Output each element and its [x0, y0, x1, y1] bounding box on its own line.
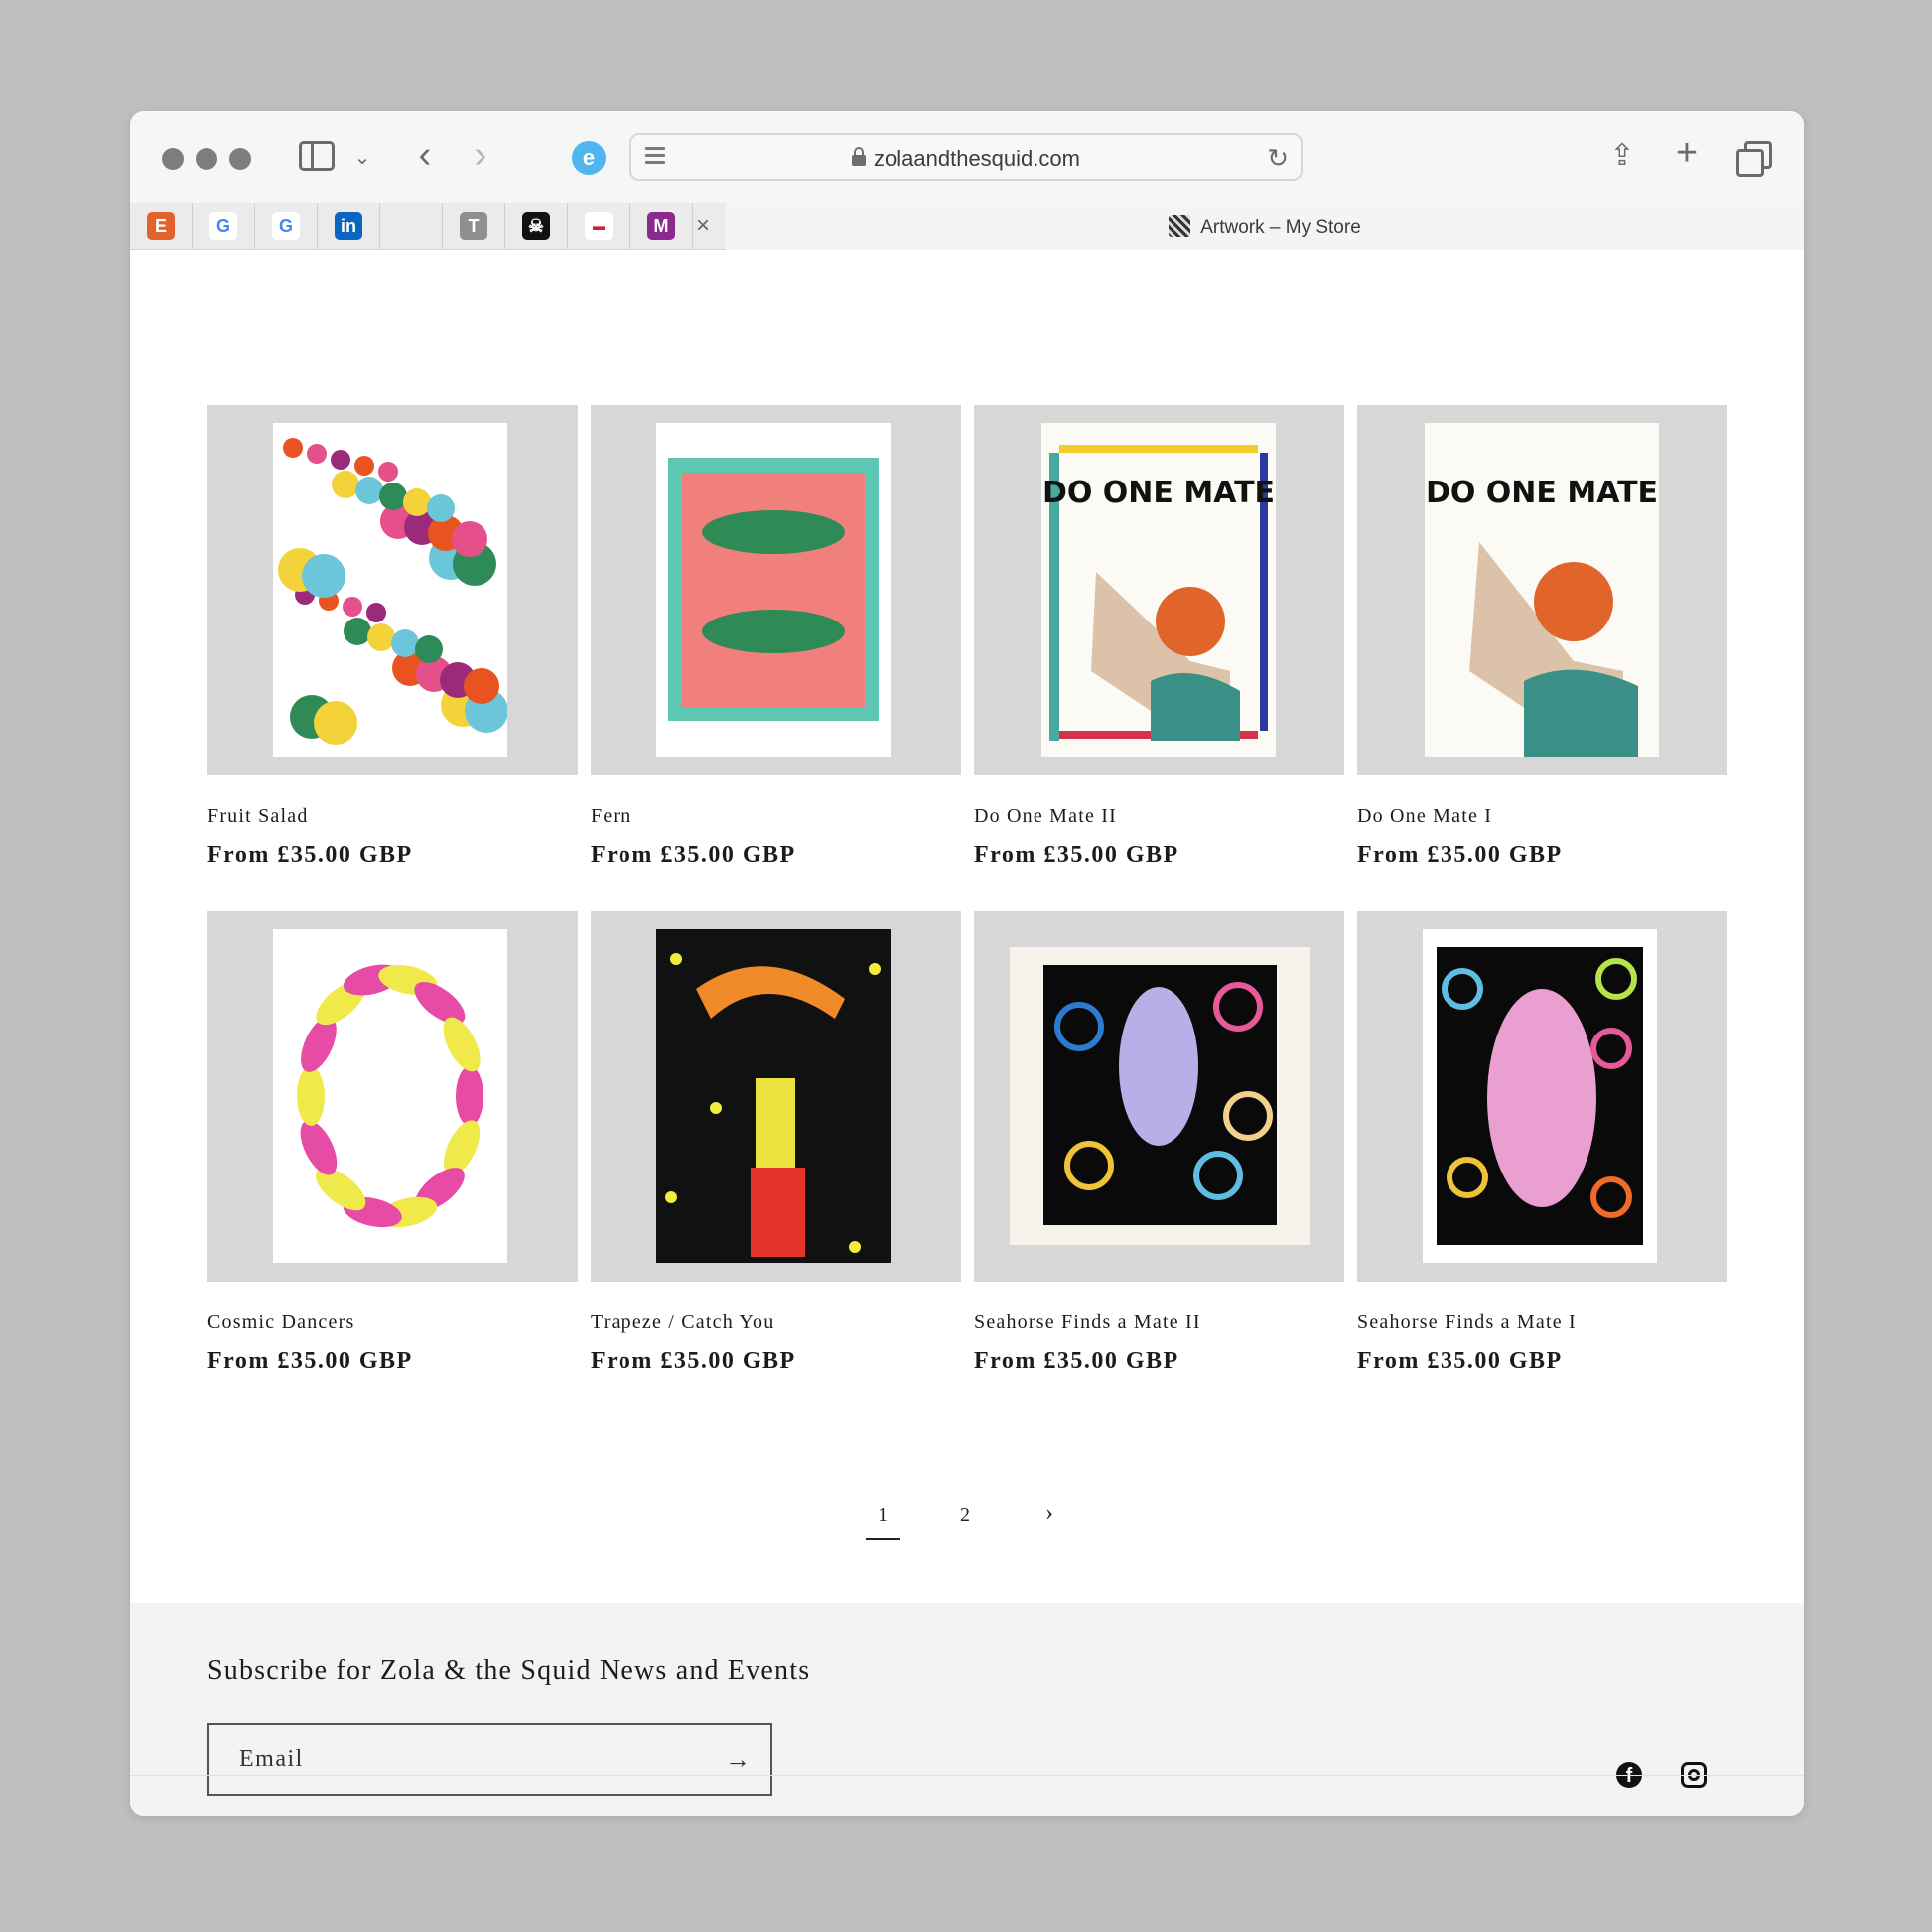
pinned-tab[interactable]: G — [193, 203, 255, 250]
next-page-icon[interactable]: › — [1045, 1500, 1054, 1527]
product-image[interactable]: DO ONE MATE — [1357, 405, 1727, 775]
product-price: From £35.00 GBP — [591, 842, 796, 868]
pinned-tab[interactable]: E — [130, 203, 193, 250]
seahorse-ii-artwork — [1010, 947, 1310, 1245]
extension-icon[interactable]: e — [572, 141, 606, 175]
fruit-salad-artwork — [273, 423, 507, 757]
back-button[interactable]: ‹ — [410, 134, 440, 176]
product-price: From £35.00 GBP — [974, 842, 1179, 868]
fern-artwork — [656, 423, 891, 757]
google-icon: G — [272, 212, 300, 240]
lock-icon — [852, 147, 867, 166]
apple-icon — [397, 212, 425, 240]
page-content: Fruit Salad From £35.00 GBP Fern From £35.0… — [130, 251, 1804, 1816]
product-card[interactable]: DO ONE MATE Do One Mate I From £35.00 GBP — [1357, 405, 1727, 869]
do-one-mate-ii-artwork: DO ONE MATE — [1041, 423, 1276, 757]
pagination: 1 2 › — [130, 1500, 1804, 1544]
product-card[interactable]: Seahorse Finds a Mate I From £35.00 GBP — [1357, 911, 1727, 1375]
zoom-window-button[interactable] — [229, 148, 251, 170]
close-tab-icon[interactable]: × — [696, 212, 710, 240]
do-one-mate-i-artwork: DO ONE MATE — [1425, 423, 1659, 757]
email-input[interactable] — [239, 1742, 696, 1776]
tab-bar: E G Gin T ☠ ▬ M × Artwork – My Store — [130, 203, 1804, 250]
product-image[interactable] — [591, 911, 961, 1282]
etsy-icon: E — [147, 212, 175, 240]
active-tab-title: Artwork – My Store — [1200, 217, 1361, 238]
submit-arrow-icon[interactable]: → — [725, 1744, 751, 1775]
pinned-tab[interactable]: G — [255, 203, 318, 250]
product-title[interactable]: Fruit Salad — [207, 805, 578, 828]
product-image[interactable] — [207, 405, 578, 775]
product-price: From £35.00 GBP — [207, 1348, 413, 1374]
new-tab-button[interactable]: + — [1669, 132, 1705, 174]
page-2-link[interactable]: 2 — [960, 1504, 971, 1527]
royal-mail-icon: ▬ — [585, 212, 613, 240]
browser-window: ⌄ ‹ › e zolaandthesquid.com ↻ ⇪ + E G Gin T… — [130, 111, 1804, 1816]
product-price: From £35.00 GBP — [1357, 1348, 1563, 1374]
product-price: From £35.00 GBP — [591, 1348, 796, 1374]
pirate-flag-icon: ☠ — [522, 212, 550, 240]
google-icon: G — [209, 212, 237, 240]
store-favicon-icon — [1169, 215, 1191, 237]
share-icon[interactable]: ⇪ — [1606, 135, 1638, 175]
artwork-caption: DO ONE MATE — [1042, 476, 1275, 510]
browser-toolbar: ⌄ ‹ › e zolaandthesquid.com ↻ ⇪ + — [130, 111, 1804, 203]
minimize-window-button[interactable] — [196, 148, 217, 170]
product-card[interactable]: Fruit Salad From £35.00 GBP — [207, 405, 578, 869]
purple-app-icon: M — [647, 212, 675, 240]
product-image[interactable] — [591, 405, 961, 775]
product-title[interactable]: Fern — [591, 805, 961, 828]
email-form: → — [207, 1723, 772, 1796]
t-app-icon: T — [460, 212, 487, 240]
artwork-caption: DO ONE MATE — [1426, 476, 1658, 510]
product-title[interactable]: Seahorse Finds a Mate II — [974, 1311, 1344, 1334]
product-title[interactable]: Trapeze / Catch You — [591, 1311, 961, 1334]
product-title[interactable]: Do One Mate II — [974, 805, 1344, 828]
product-card[interactable]: Seahorse Finds a Mate II From £35.00 GBP — [974, 911, 1344, 1375]
seahorse-i-artwork — [1423, 929, 1657, 1263]
product-card[interactable]: Cosmic Dancers From £35.00 GBP — [207, 911, 578, 1375]
page-1-link[interactable]: 1 — [866, 1504, 900, 1540]
product-card[interactable]: Trapeze / Catch You From £35.00 GBP — [591, 911, 961, 1375]
product-title[interactable]: Do One Mate I — [1357, 805, 1727, 828]
active-tab[interactable]: Artwork – My Store — [726, 203, 1804, 250]
reload-icon[interactable]: ↻ — [1267, 143, 1289, 174]
pinned-tab[interactable]: ☠ — [505, 203, 568, 250]
product-title[interactable]: Seahorse Finds a Mate I — [1357, 1311, 1727, 1334]
pinned-tab[interactable]: ▬ — [568, 203, 630, 250]
product-price: From £35.00 GBP — [207, 842, 413, 868]
forward-button[interactable]: › — [466, 134, 495, 176]
product-image[interactable] — [207, 911, 578, 1282]
product-price: From £35.00 GBP — [1357, 842, 1563, 868]
pinned-tab[interactable]: in — [318, 203, 380, 250]
product-card[interactable]: Fern From £35.00 GBP — [591, 405, 961, 869]
product-image[interactable] — [1357, 911, 1727, 1282]
pinned-tab[interactable]: M — [630, 203, 693, 250]
window-controls — [162, 148, 251, 170]
pinned-tab[interactable]: T — [443, 203, 505, 250]
cosmic-dancers-artwork — [273, 929, 507, 1263]
product-card[interactable]: DO ONE MATE Do One Mate II From £35.00 GBP — [974, 405, 1344, 869]
subscribe-title: Subscribe for Zola & the Squid News and … — [207, 1655, 811, 1686]
pinned-tab[interactable] — [380, 203, 443, 250]
chevron-down-icon[interactable]: ⌄ — [352, 139, 372, 175]
sidebar-toggle-icon[interactable] — [299, 141, 335, 171]
product-price: From £35.00 GBP — [974, 1348, 1179, 1374]
tab-overview-icon[interactable] — [1736, 141, 1772, 177]
footer-divider — [130, 1775, 1804, 1776]
trapeze-artwork — [656, 929, 891, 1263]
pinned-tabs: E G Gin T ☠ ▬ M — [130, 203, 693, 250]
url-text: zolaandthesquid.com — [874, 146, 1080, 171]
product-image[interactable] — [974, 911, 1344, 1282]
close-window-button[interactable] — [162, 148, 184, 170]
product-title[interactable]: Cosmic Dancers — [207, 1311, 578, 1334]
address-bar[interactable]: zolaandthesquid.com ↻ — [629, 133, 1303, 181]
linkedin-icon: in — [335, 212, 362, 240]
product-image[interactable]: DO ONE MATE — [974, 405, 1344, 775]
footer: Subscribe for Zola & the Squid News and … — [130, 1603, 1804, 1816]
